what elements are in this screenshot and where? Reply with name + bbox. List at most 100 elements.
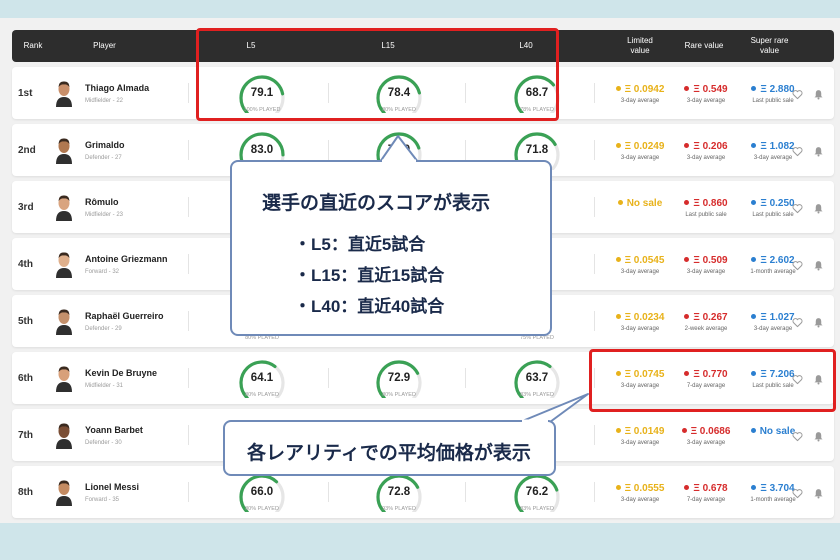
price-value: Ξ 0.509 bbox=[672, 255, 740, 266]
price-text: Ξ 0.549 bbox=[693, 84, 728, 95]
column-divider bbox=[188, 425, 189, 445]
player-name[interactable]: Raphaël Guerreiro bbox=[85, 311, 164, 321]
column-divider bbox=[328, 140, 329, 160]
rarity-dot-icon bbox=[681, 427, 687, 433]
score-value: 72.8 bbox=[387, 486, 411, 498]
limited-price[interactable]: Ξ 0.0545 3-day average bbox=[606, 238, 674, 290]
price-text: Ξ 0.267 bbox=[693, 312, 728, 323]
rarity-dot-icon bbox=[751, 484, 757, 490]
column-divider bbox=[594, 425, 595, 445]
player-position: Forward - 35 bbox=[85, 497, 120, 503]
player-name[interactable]: Thiago Almada bbox=[85, 83, 149, 93]
prices-callout: 各レアリティでの平均価格が表示 bbox=[223, 420, 556, 476]
rare-price[interactable]: Ξ 0.509 3-day average bbox=[672, 238, 740, 290]
score-value: 76.0 bbox=[387, 144, 411, 156]
price-basis-label: 2-week average bbox=[684, 326, 728, 332]
heart-icon[interactable] bbox=[792, 201, 803, 214]
price-text: Ξ 1.082 bbox=[760, 141, 795, 152]
rarity-dot-icon bbox=[615, 142, 621, 148]
played-percent: 80% PLAYED bbox=[245, 392, 279, 398]
price-value: No sale bbox=[606, 198, 674, 209]
rarity-dot-icon bbox=[684, 142, 690, 148]
player-name[interactable]: Kevin De Bruyne bbox=[85, 368, 157, 378]
heart-icon[interactable] bbox=[792, 87, 803, 100]
price-text: Ξ 0.678 bbox=[693, 483, 728, 494]
price-text: Ξ 0.0249 bbox=[624, 141, 665, 152]
rarity-dot-icon bbox=[750, 427, 756, 433]
score-value: 76.2 bbox=[525, 486, 549, 498]
column-divider bbox=[328, 368, 329, 388]
bell-icon[interactable] bbox=[813, 429, 824, 442]
price-value: Ξ 0.549 bbox=[672, 84, 740, 95]
price-value: Ξ 0.0249 bbox=[606, 141, 674, 152]
heart-icon[interactable] bbox=[792, 315, 803, 328]
rank-label: 2nd bbox=[18, 144, 36, 156]
price-text: Ξ 0.0555 bbox=[624, 483, 665, 494]
scores-callout-item-l15: ・L15：直近15試合 bbox=[294, 266, 445, 285]
scores-callout-item-l5: ・L5：直近5試合 bbox=[294, 235, 426, 254]
column-divider bbox=[465, 368, 466, 388]
price-text: Ξ 2.880 bbox=[760, 84, 795, 95]
rare-price[interactable]: Ξ 0.678 7-day average bbox=[672, 466, 740, 518]
player-avatar bbox=[54, 421, 74, 449]
rare-price[interactable]: Ξ 0.860 Last public sale bbox=[672, 181, 740, 233]
rarity-dot-icon bbox=[684, 484, 690, 490]
price-value: Ξ 0.0149 bbox=[606, 426, 674, 437]
limited-price[interactable]: Ξ 0.0942 3-day average bbox=[606, 67, 674, 119]
heart-icon[interactable] bbox=[792, 429, 803, 442]
bell-icon[interactable] bbox=[813, 201, 824, 214]
score-value: 83.0 bbox=[250, 144, 274, 156]
score-gauge-l5: 64.1 80% PLAYED bbox=[232, 352, 292, 404]
price-text: Ξ 2.602 bbox=[760, 255, 795, 266]
player-name[interactable]: Rômulo bbox=[85, 197, 119, 207]
score-value: 72.9 bbox=[387, 372, 411, 384]
rarity-dot-icon bbox=[684, 313, 690, 319]
price-basis-label: 3-day average bbox=[620, 326, 660, 332]
score-value: 63.7 bbox=[525, 372, 549, 384]
rare-price[interactable]: Ξ 0.0686 3-day average bbox=[672, 409, 740, 461]
player-avatar bbox=[54, 250, 74, 278]
rare-price[interactable]: Ξ 0.549 3-day average bbox=[672, 67, 740, 119]
player-name[interactable]: Antoine Griezmann bbox=[85, 254, 168, 264]
price-basis-label: 3-day average bbox=[620, 269, 660, 275]
player-position: Defender - 30 bbox=[85, 440, 122, 446]
bell-icon[interactable] bbox=[813, 144, 824, 157]
bell-icon[interactable] bbox=[813, 87, 824, 100]
heart-icon[interactable] bbox=[792, 486, 803, 499]
rare-price[interactable]: Ξ 0.206 3-day average bbox=[672, 124, 740, 176]
limited-price[interactable]: Ξ 0.0149 3-day average bbox=[606, 409, 674, 461]
header-super-rare-value[interactable]: Super rare value bbox=[747, 30, 792, 62]
bell-icon[interactable] bbox=[813, 315, 824, 328]
player-name[interactable]: Lionel Messi bbox=[85, 482, 139, 492]
price-text: Ξ 0.0686 bbox=[690, 426, 731, 437]
price-text: Ξ 0.0545 bbox=[624, 255, 665, 266]
played-percent: 80% PLAYED bbox=[382, 392, 416, 398]
header-player[interactable]: Player bbox=[82, 30, 127, 62]
limited-price[interactable]: Ξ 0.0555 3-day average bbox=[606, 466, 674, 518]
player-position: Midfielder - 22 bbox=[85, 98, 124, 104]
limited-price[interactable]: No sale bbox=[606, 181, 674, 233]
played-percent: 83% PLAYED bbox=[520, 506, 554, 512]
price-basis-label: 3-day average bbox=[686, 98, 726, 104]
player-name[interactable]: Grimaldo bbox=[85, 140, 125, 150]
header-rank[interactable]: Rank bbox=[18, 30, 48, 62]
price-value: Ξ 0.0942 bbox=[606, 84, 674, 95]
price-basis-label: 3-day average bbox=[620, 155, 660, 161]
player-avatar bbox=[54, 136, 74, 164]
limited-price[interactable]: Ξ 0.0249 3-day average bbox=[606, 124, 674, 176]
header-limited-value[interactable]: Limited value bbox=[620, 30, 660, 62]
player-avatar bbox=[54, 193, 74, 221]
bell-icon[interactable] bbox=[813, 486, 824, 499]
price-basis-label: 3-day average bbox=[620, 440, 660, 446]
limited-price[interactable]: Ξ 0.0234 3-day average bbox=[606, 295, 674, 347]
header-rare-value[interactable]: Rare value bbox=[680, 30, 728, 62]
rare-price[interactable]: Ξ 0.267 2-week average bbox=[672, 295, 740, 347]
player-position: Midfielder - 31 bbox=[85, 383, 124, 389]
price-text: Ξ 0.0942 bbox=[624, 84, 665, 95]
heart-icon[interactable] bbox=[792, 258, 803, 271]
heart-icon[interactable] bbox=[792, 144, 803, 157]
price-text: Ξ 0.0149 bbox=[624, 426, 665, 437]
player-name[interactable]: Yoann Barbet bbox=[85, 425, 143, 435]
bell-icon[interactable] bbox=[813, 258, 824, 271]
score-value: 64.1 bbox=[250, 372, 274, 384]
